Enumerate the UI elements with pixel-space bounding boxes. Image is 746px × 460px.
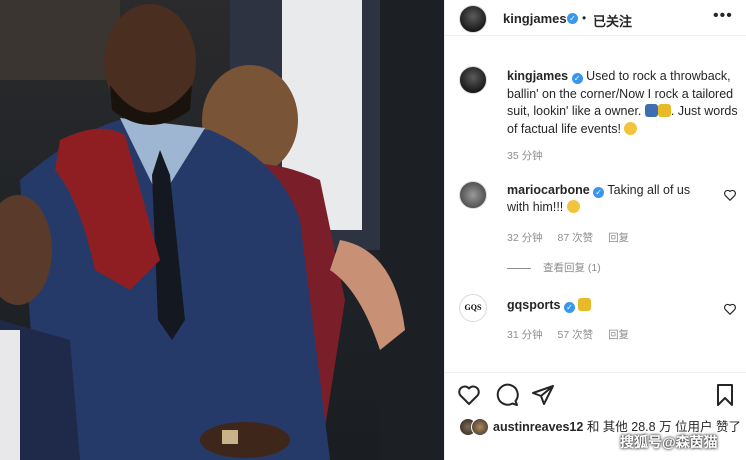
suit-emoji-icon	[644, 104, 658, 117]
following-button[interactable]: 已关注	[593, 11, 632, 30]
verified-badge-icon: ✓	[567, 13, 578, 24]
comment-heart-icon[interactable]	[723, 188, 737, 202]
comment: mariocarbone ✓ Taking all of us with him…	[507, 182, 707, 216]
liker-username[interactable]: austinreaves12	[493, 420, 583, 434]
comment-heart-icon[interactable]	[723, 302, 737, 316]
post-photo-illustration	[0, 0, 444, 460]
post-image[interactable]	[0, 0, 444, 460]
comment-time: 31 分钟	[507, 329, 543, 341]
comment-meta: 32 分钟 87 次赞 回复	[507, 230, 641, 245]
author-avatar[interactable]	[459, 5, 487, 33]
comment-username[interactable]: mariocarbone	[507, 183, 590, 197]
view-replies-label: 查看回复 (1)	[543, 262, 601, 274]
hug-emoji-icon	[566, 200, 580, 213]
comment-icon[interactable]	[495, 383, 519, 407]
comment-avatar[interactable]	[459, 181, 487, 209]
crown-emoji-icon	[657, 104, 671, 117]
heart-icon[interactable]	[457, 383, 481, 407]
header-separator: •	[582, 11, 587, 25]
caption-time: 35 分钟	[507, 150, 543, 162]
verified-badge-icon: ✓	[593, 187, 605, 198]
verified-badge-icon: ✓	[563, 302, 575, 313]
grin-emoji-icon	[624, 121, 638, 135]
comment-reply-button[interactable]: 回复	[608, 329, 629, 341]
comment-reply-button[interactable]: 回复	[608, 232, 629, 244]
liker-avatar[interactable]	[471, 418, 489, 436]
comment-likes[interactable]: 87 次赞	[558, 232, 594, 244]
watermark: 搜狐号@森茵猫	[620, 434, 718, 450]
author-username[interactable]: kingjames	[503, 11, 567, 26]
view-replies-line	[507, 267, 531, 269]
crown-emoji-icon	[578, 298, 592, 311]
caption-avatar[interactable]	[459, 66, 487, 94]
comment-username[interactable]: gqsports	[507, 298, 560, 312]
verified-badge-icon: ✓	[571, 73, 583, 84]
more-icon[interactable]: •••	[713, 7, 733, 25]
comment: gqsports ✓	[507, 297, 707, 314]
comment-likes[interactable]: 57 次赞	[558, 329, 594, 341]
share-icon[interactable]	[531, 383, 555, 407]
caption-username[interactable]: kingjames	[507, 69, 568, 83]
post-header: kingjames ✓ • 已关注 •••	[445, 0, 746, 36]
comment-avatar[interactable]: GQS	[459, 294, 487, 322]
view-replies-button[interactable]: 查看回复 (1)	[507, 260, 601, 275]
post-sidebar: kingjames ✓ • 已关注 ••• kingjames ✓ Used t…	[444, 0, 746, 460]
action-bar	[445, 372, 746, 416]
comment-time: 32 分钟	[507, 232, 543, 244]
caption: kingjames ✓ Used to rock a throwback, ba…	[507, 68, 739, 138]
bookmark-icon[interactable]	[713, 383, 737, 407]
comment-meta: 31 分钟 57 次赞 回复	[507, 327, 641, 342]
